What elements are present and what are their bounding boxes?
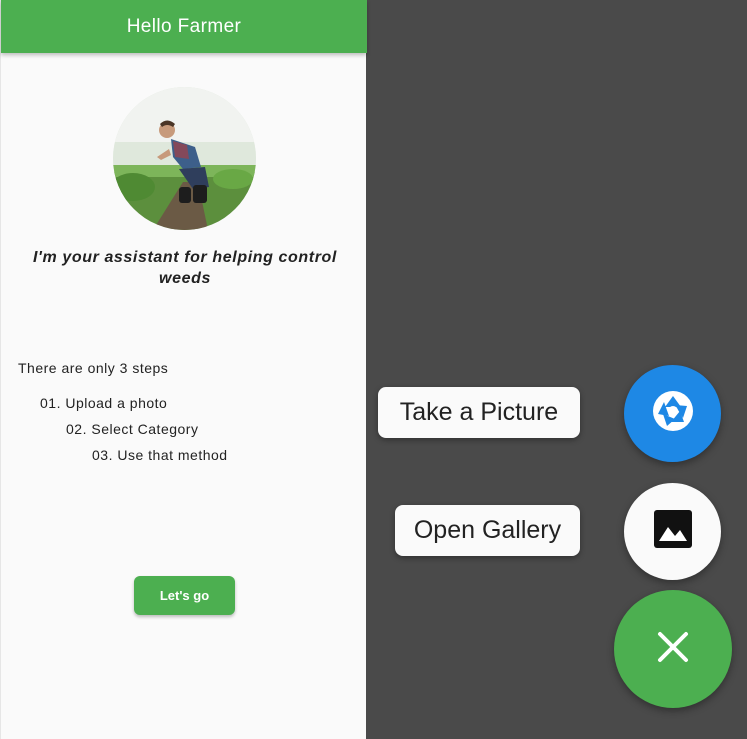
step-2: 02. Select Category — [66, 421, 199, 437]
assistant-tagline: I'm your assistant for helping control w… — [33, 249, 337, 287]
image-icon — [653, 509, 693, 554]
farmer-avatar-image — [113, 87, 256, 230]
close-speed-dial-fab[interactable] — [614, 590, 732, 708]
home-screen: Hello Farmer I'm your assistant for help… — [0, 0, 367, 739]
app-bar: Hello Farmer — [1, 0, 367, 53]
app-bar-title: Hello Farmer — [126, 15, 242, 37]
take-picture-fab[interactable] — [624, 365, 721, 462]
open-gallery-fab[interactable] — [624, 483, 721, 580]
open-gallery-label[interactable]: Open Gallery — [395, 505, 580, 556]
lets-go-button[interactable]: Let's go — [134, 576, 235, 615]
steps-intro: There are only 3 steps — [18, 360, 169, 376]
close-icon — [656, 630, 690, 669]
step-1: 01. Upload a photo — [40, 395, 168, 411]
take-picture-label[interactable]: Take a Picture — [378, 387, 580, 438]
step-3: 03. Use that method — [92, 447, 228, 463]
camera-shutter-icon — [651, 389, 695, 438]
